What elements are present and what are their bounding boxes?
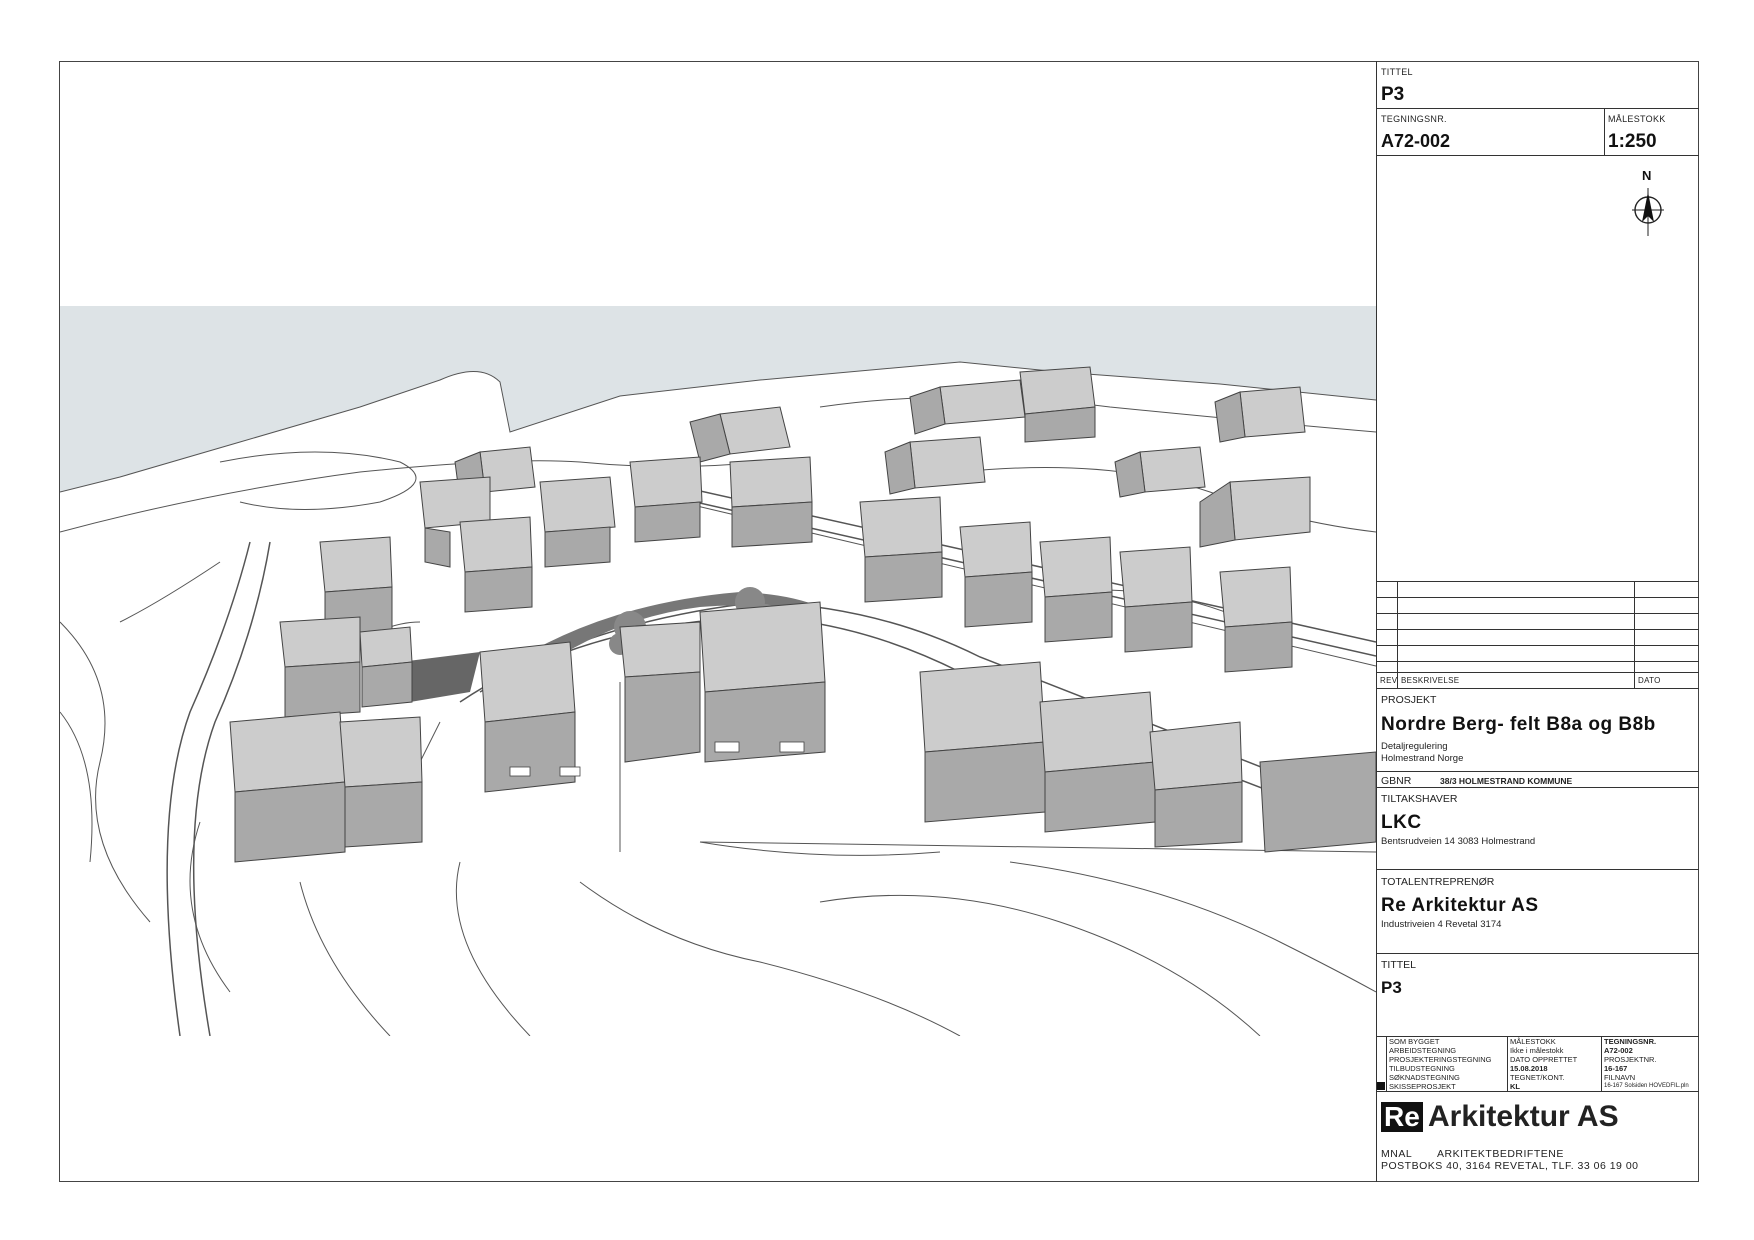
status-col2-item: 15.08.2018 bbox=[1510, 1064, 1548, 1073]
buildings bbox=[229, 366, 1376, 863]
dato-label: DATO bbox=[1638, 676, 1661, 685]
company-arkitektbedriftene: ARKITEKTBEDRIFTENE bbox=[1437, 1148, 1564, 1160]
rule bbox=[1376, 787, 1699, 788]
owner-name: LKC bbox=[1381, 812, 1422, 833]
status-col2-item: TEGNET/KONT. bbox=[1510, 1073, 1565, 1082]
totalentreprenor-label: TOTALENTREPRENØR bbox=[1381, 876, 1495, 888]
status-col2-item: KL bbox=[1510, 1082, 1520, 1091]
rule bbox=[1376, 771, 1699, 772]
status-col3-item: FILNAVN bbox=[1604, 1073, 1636, 1082]
malestokk-label: MÅLESTOKK bbox=[1608, 114, 1666, 124]
rule bbox=[1376, 629, 1699, 630]
rule bbox=[1376, 661, 1699, 662]
project-line2: Holmestrand Norge bbox=[1381, 753, 1464, 764]
tiltakshaver-label: TILTAKSHAVER bbox=[1381, 793, 1458, 805]
rule bbox=[1604, 108, 1605, 155]
rule bbox=[1507, 1037, 1508, 1091]
company-logo-re: Re bbox=[1381, 1102, 1423, 1132]
prosjekt-label: PROSJEKT bbox=[1381, 694, 1437, 706]
status-checkbox-filled bbox=[1377, 1082, 1385, 1090]
tittel2-label: TITTEL bbox=[1381, 959, 1417, 971]
rule bbox=[1376, 155, 1699, 156]
contractor-name: Re Arkitektur AS bbox=[1381, 895, 1539, 916]
company-logo-name: Arkitektur AS bbox=[1428, 1100, 1619, 1133]
status-col3-item: 16-167 Solsiden HOVEDFIL.pln bbox=[1604, 1083, 1689, 1089]
status-col3-item: A72-002 bbox=[1604, 1046, 1633, 1055]
north-label: N bbox=[1642, 168, 1652, 183]
beskrivelse-label: BESKRIVELSE bbox=[1401, 676, 1460, 685]
status-col3-item: 16-167 bbox=[1604, 1064, 1628, 1073]
rule bbox=[1634, 581, 1635, 688]
rule bbox=[1376, 645, 1699, 646]
rule bbox=[1376, 869, 1699, 870]
gbnr-label: GBNR bbox=[1381, 775, 1412, 787]
perspective-view bbox=[60, 62, 1376, 1036]
contractor-address: Industriveien 4 Revetal 3174 bbox=[1381, 919, 1502, 930]
rule bbox=[1376, 688, 1699, 689]
rev-label: REV bbox=[1380, 676, 1398, 685]
status-col1-item: TILBUDSTEGNING bbox=[1389, 1064, 1455, 1073]
status-col1-item: SØKNADSTEGNING bbox=[1389, 1073, 1460, 1082]
project-name: Nordre Berg- felt B8a og B8b bbox=[1381, 714, 1656, 735]
rule bbox=[1376, 581, 1699, 582]
gbnr-value: 38/3 HOLMESTRAND KOMMUNE bbox=[1440, 776, 1573, 786]
status-col3-item: TEGNINGSNR. bbox=[1604, 1037, 1657, 1046]
project-line1: Detaljregulering bbox=[1381, 741, 1448, 752]
rule bbox=[1376, 613, 1699, 614]
tegningsnr-value: A72-002 bbox=[1381, 131, 1451, 151]
company-address: POSTBOKS 40, 3164 REVETAL, TLF. 33 06 19… bbox=[1381, 1160, 1639, 1172]
rule bbox=[1376, 953, 1699, 954]
tittel-label: TITTEL bbox=[1381, 67, 1413, 77]
tittel-value: P3 bbox=[1381, 84, 1405, 105]
rule bbox=[1376, 108, 1699, 109]
tegningsnr-label: TEGNINGSNR. bbox=[1381, 114, 1447, 124]
title-block-divider bbox=[1376, 61, 1377, 1182]
site-illustration bbox=[60, 306, 1376, 1036]
rule bbox=[1386, 1037, 1387, 1091]
rule bbox=[1601, 1037, 1602, 1091]
malestokk-value: 1:250 bbox=[1608, 131, 1657, 152]
status-col3-item: PROSJEKTNR. bbox=[1604, 1055, 1657, 1064]
status-col1-item: SOM BYGGET bbox=[1389, 1037, 1440, 1046]
status-col2-item: DATO OPPRETTET bbox=[1510, 1055, 1578, 1064]
status-table: SOM BYGGET ARBEIDSTEGNING PROSJEKTERINGS… bbox=[1376, 1036, 1699, 1092]
status-col2-item: MÅLESTOKK bbox=[1510, 1037, 1556, 1046]
company-mnal: MNAL bbox=[1381, 1148, 1413, 1160]
status-col1-item: ARBEIDSTEGNING bbox=[1389, 1046, 1457, 1055]
status-col2-item: Ikke i målestokk bbox=[1510, 1046, 1564, 1055]
north-arrow-icon bbox=[1632, 188, 1664, 236]
status-col1-item: SKISSEPROSJEKT bbox=[1389, 1082, 1456, 1091]
tittel2-value: P3 bbox=[1381, 978, 1402, 997]
rule bbox=[1376, 672, 1699, 673]
rule bbox=[1376, 597, 1699, 598]
owner-address: Bentsrudveien 14 3083 Holmestrand bbox=[1381, 836, 1536, 847]
status-col1-item: PROSJEKTERINGSTEGNING bbox=[1389, 1055, 1492, 1064]
rule bbox=[1397, 581, 1398, 688]
